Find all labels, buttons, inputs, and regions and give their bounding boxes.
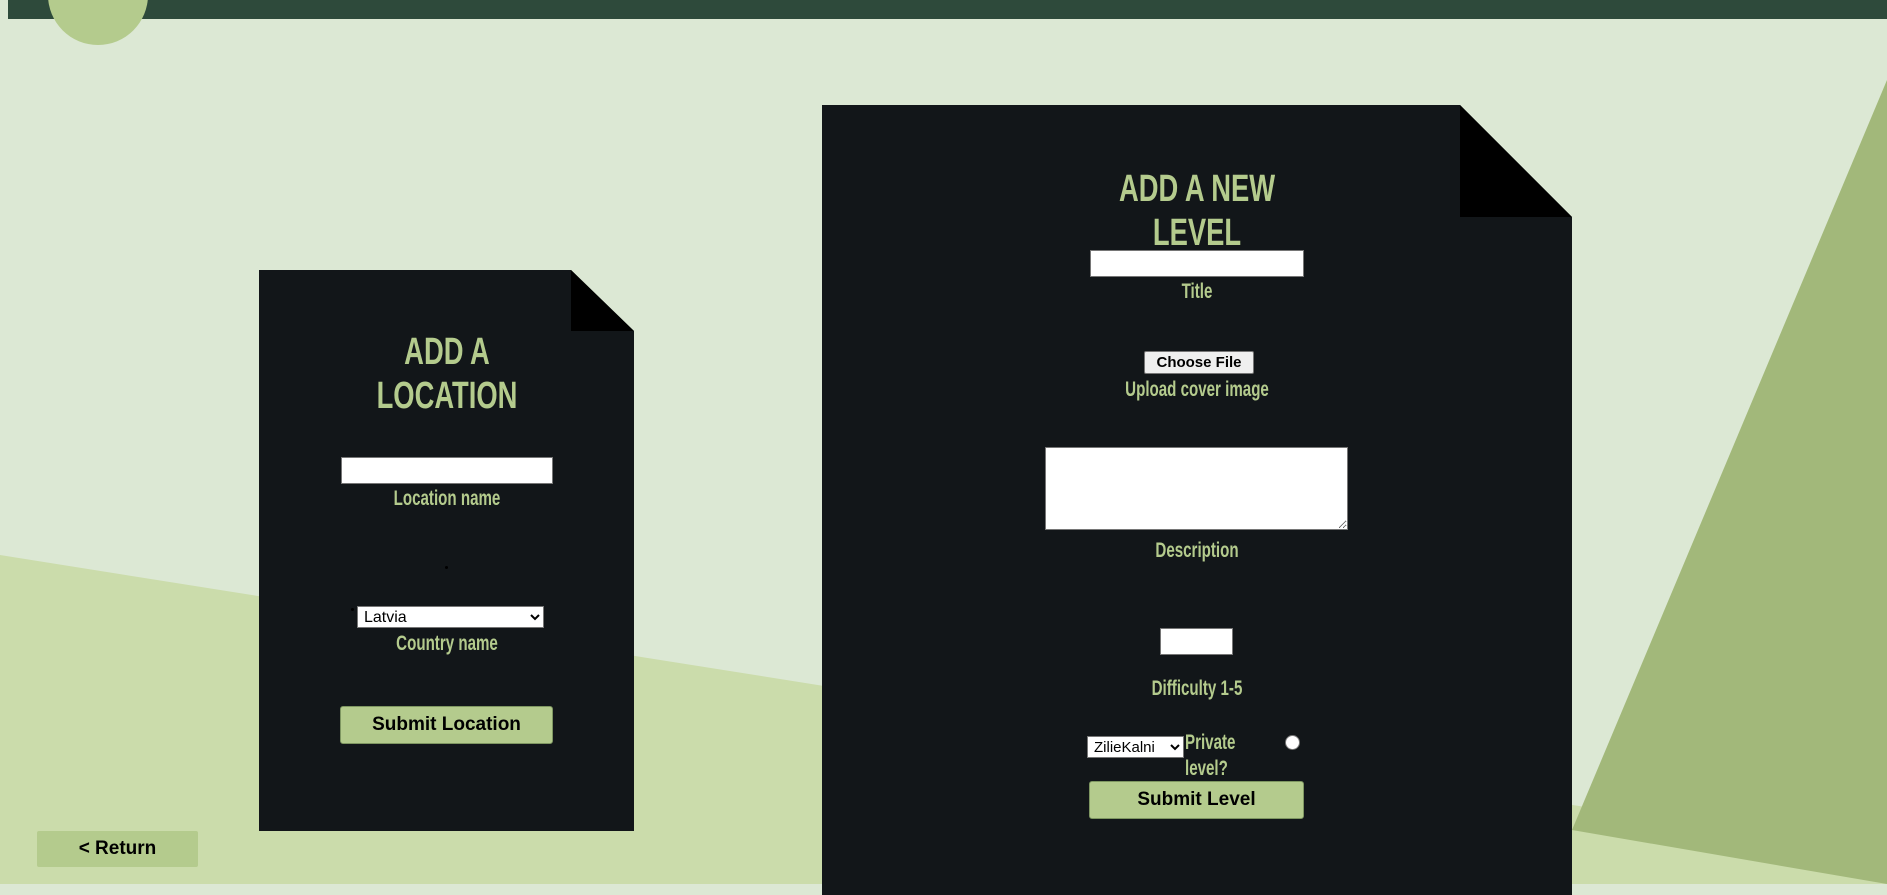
difficulty-label: Difficulty 1-5 (1151, 677, 1243, 700)
country-select[interactable]: Latvia (357, 606, 544, 628)
add-location-title: ADD A LOCATION (376, 331, 518, 417)
decorative-dot (351, 608, 354, 611)
difficulty-input[interactable] (1160, 628, 1233, 655)
description-textarea[interactable] (1045, 447, 1348, 530)
level-location-select[interactable]: ZilieKalni (1087, 736, 1184, 758)
choose-file-button[interactable]: Choose File (1144, 351, 1254, 374)
level-title-label: Title (1181, 280, 1213, 303)
submit-location-button[interactable]: Submit Location (340, 706, 553, 744)
location-name-input[interactable] (341, 457, 553, 484)
add-location-card-fold (571, 270, 634, 331)
country-name-label: Country name (396, 632, 498, 655)
decorative-dot (445, 566, 448, 569)
add-level-title: ADD A NEW LEVEL (1118, 168, 1276, 254)
private-level-label: Private level? (1185, 731, 1236, 780)
level-title-input[interactable] (1090, 250, 1304, 277)
return-button[interactable]: < Return (37, 831, 198, 867)
add-level-card-fold (1460, 105, 1572, 217)
submit-level-button[interactable]: Submit Level (1089, 781, 1304, 819)
logo-circle (48, 0, 148, 45)
private-level-radio[interactable] (1285, 735, 1300, 750)
top-bar (8, 0, 1887, 19)
upload-cover-label: Upload cover image (1125, 378, 1269, 401)
location-name-label: Location name (393, 487, 501, 510)
description-label: Description (1155, 539, 1239, 562)
